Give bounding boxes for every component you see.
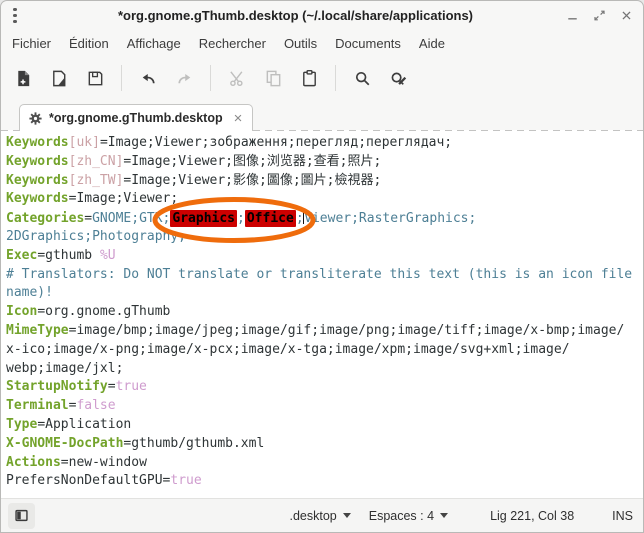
- code-line: Keywords=Image;Viewer;: [6, 190, 643, 209]
- tab-label: *org.gnome.gThumb.desktop: [49, 111, 223, 125]
- cut-icon: [228, 69, 247, 88]
- open-document-icon: [50, 69, 69, 88]
- chevron-down-icon: [343, 513, 351, 518]
- close-icon: [619, 8, 634, 23]
- code-line: Actions=new-window: [6, 454, 643, 473]
- menu-item-aide[interactable]: Aide: [410, 33, 454, 54]
- toolbar-separator: [335, 65, 336, 91]
- open-document-button[interactable]: [43, 63, 75, 93]
- new-document-button[interactable]: [7, 63, 39, 93]
- tab-bar: *org.gnome.gThumb.desktop ×: [1, 99, 643, 130]
- find-replace-button[interactable]: [382, 63, 414, 93]
- cut-button: [221, 63, 253, 93]
- restore-button[interactable]: [591, 7, 608, 24]
- filetype-label: .desktop: [289, 509, 336, 523]
- title-bar: *org.gnome.gThumb.desktop (~/.local/shar…: [1, 1, 643, 30]
- menu-item-outils[interactable]: Outils: [275, 33, 326, 54]
- code-line: Keywords[uk]=Image;Viewer;зображення;пер…: [6, 134, 643, 153]
- chevron-down-icon: [440, 513, 448, 518]
- paste-icon: [300, 69, 319, 88]
- undo-icon: [139, 69, 158, 88]
- minimize-button[interactable]: [564, 7, 581, 24]
- code-line: Categories=GNOME;GTK;Graphics;Office;Vie…: [6, 209, 643, 228]
- indent-dropdown[interactable]: Espaces : 4: [369, 509, 448, 523]
- menu-item-documents[interactable]: Documents: [326, 33, 410, 54]
- indent-label: Espaces : 4: [369, 509, 434, 523]
- status-bar: .desktop Espaces : 4 Lig 221, Col 38 INS: [1, 498, 643, 532]
- code-line: name)!: [6, 284, 643, 303]
- find-replace-icon: [389, 69, 408, 88]
- code-line: X-GNOME-DocPath=gthumb/gthumb.xml: [6, 435, 643, 454]
- toolbar: [1, 57, 643, 99]
- copy-icon: [264, 69, 283, 88]
- code-line: Icon=org.gnome.gThumb: [6, 303, 643, 322]
- search-match-highlight: Graphics: [170, 210, 237, 227]
- code-line: # Translators: Do NOT translate or trans…: [6, 266, 643, 285]
- search-match-highlight: Office: [245, 210, 296, 227]
- save-document-icon: [86, 69, 105, 88]
- code-line: webp;image/jxl;: [6, 360, 643, 379]
- close-button[interactable]: [618, 7, 635, 24]
- code-content: Keywords[uk]=Image;Viewer;зображення;пер…: [1, 130, 643, 491]
- code-line: Keywords[zh_TW]=Image;Viewer;影像;圖像;圖片;檢視…: [6, 172, 643, 191]
- toolbar-separator: [210, 65, 211, 91]
- copy-button: [257, 63, 289, 93]
- insert-mode-indicator: INS: [612, 509, 633, 523]
- side-panel-icon: [14, 508, 29, 523]
- code-line: Type=Application: [6, 416, 643, 435]
- menu-bar: FichierÉditionAffichageRechercherOutilsD…: [1, 30, 643, 57]
- menu-item-fichier[interactable]: Fichier: [3, 33, 60, 54]
- new-document-icon: [14, 69, 33, 88]
- gear-icon: [28, 111, 43, 126]
- window-controls: [564, 7, 635, 24]
- tab-close-icon[interactable]: ×: [233, 111, 244, 126]
- tab-org-gnome-gthumb-desktop[interactable]: *org.gnome.gThumb.desktop ×: [19, 104, 253, 131]
- code-line: Exec=gthumb %U: [6, 247, 643, 266]
- window-title: *org.gnome.gThumb.desktop (~/.local/shar…: [27, 8, 564, 23]
- paste-button[interactable]: [293, 63, 325, 93]
- code-line: Terminal=false: [6, 397, 643, 416]
- code-line: StartupNotify=true: [6, 378, 643, 397]
- redo-button: [168, 63, 200, 93]
- redo-icon: [175, 69, 194, 88]
- code-line: x-ico;image/x-png;image/x-pcx;image/x-tg…: [6, 341, 643, 360]
- editor-window: *org.gnome.gThumb.desktop (~/.local/shar…: [0, 0, 644, 533]
- menu-item-rechercher[interactable]: Rechercher: [190, 33, 275, 54]
- find-button[interactable]: [346, 63, 378, 93]
- text-editor-area[interactable]: Keywords[uk]=Image;Viewer;зображення;пер…: [1, 130, 643, 498]
- filetype-dropdown[interactable]: .desktop: [289, 509, 350, 523]
- undo-button[interactable]: [132, 63, 164, 93]
- minimize-icon: [565, 8, 580, 23]
- menu-item-edition[interactable]: Édition: [60, 33, 118, 54]
- side-panel-toggle-button[interactable]: [8, 503, 35, 529]
- menu-item-affichage[interactable]: Affichage: [118, 33, 190, 54]
- code-line: MimeType=image/bmp;image/jpeg;image/gif;…: [6, 322, 643, 341]
- code-line: Keywords[zh_CN]=Image;Viewer;图像;浏览器;查看;照…: [6, 153, 643, 172]
- window-menu-dots-icon[interactable]: [9, 8, 27, 24]
- save-document-button[interactable]: [79, 63, 111, 93]
- find-icon: [353, 69, 372, 88]
- toolbar-separator: [121, 65, 122, 91]
- code-line: 2DGraphics;Photography;: [6, 228, 643, 247]
- restore-icon: [592, 8, 607, 23]
- code-line: PrefersNonDefaultGPU=true: [6, 472, 643, 491]
- cursor-position: Lig 221, Col 38: [490, 509, 574, 523]
